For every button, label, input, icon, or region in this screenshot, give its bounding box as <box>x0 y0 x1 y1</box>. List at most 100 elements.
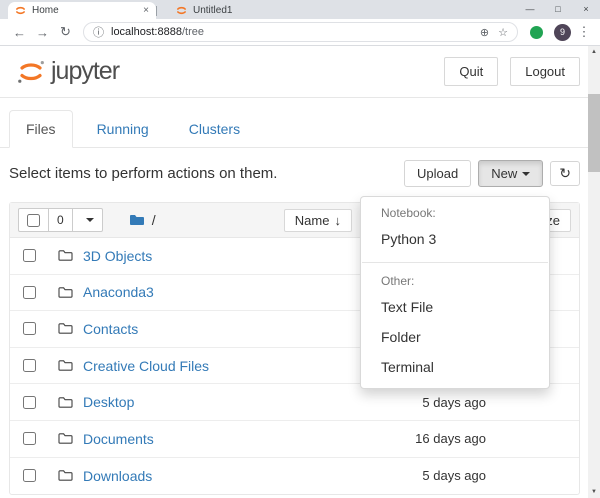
reload-icon[interactable]: ↻ <box>54 24 77 40</box>
jupyter-favicon-icon <box>15 5 26 16</box>
upload-button[interactable]: Upload <box>404 160 471 187</box>
jupyter-page: jupyter Quit Logout Files Running Cluste… <box>0 46 600 498</box>
menu-header-notebook: Notebook: <box>361 203 549 224</box>
quit-button[interactable]: Quit <box>444 57 498 86</box>
folder-icon <box>58 249 73 262</box>
new-label: New <box>491 166 517 181</box>
sort-arrow-down-icon: ↓ <box>334 213 341 228</box>
refresh-list-button[interactable]: ↻ <box>550 161 580 186</box>
menu-item-terminal[interactable]: Terminal <box>361 352 549 382</box>
menu-item-python3[interactable]: Python 3 <box>361 224 549 254</box>
refresh-icon: ↻ <box>559 165 571 181</box>
row-checkbox[interactable] <box>23 286 36 299</box>
last-modified: 5 days ago <box>422 395 572 410</box>
folder-icon <box>58 432 73 445</box>
scroll-up-icon[interactable]: ▲ <box>588 46 600 58</box>
zoom-icon[interactable]: ⊕ <box>480 26 489 39</box>
url-path: /tree <box>182 26 204 38</box>
file-link[interactable]: Documents <box>83 431 154 447</box>
extension-icon[interactable] <box>530 26 543 39</box>
site-info-icon[interactable]: ⓘ <box>93 24 104 40</box>
bookmark-star-icon[interactable]: ☆ <box>498 26 508 39</box>
upload-label: Upload <box>417 166 458 181</box>
row-checkbox[interactable] <box>23 249 36 262</box>
file-link[interactable]: Desktop <box>83 394 134 410</box>
selected-count-button[interactable]: 0 <box>48 208 73 232</box>
tab-separator <box>156 6 157 16</box>
row-checkbox[interactable] <box>23 359 36 372</box>
caret-down-icon <box>522 172 530 176</box>
file-link[interactable]: Contacts <box>83 321 138 337</box>
sort-name-button[interactable]: Name ↓ <box>284 209 352 232</box>
browser-address-bar: ← → ↻ ⓘ localhost:8888/tree ⊕ ☆ 9 ⋮ <box>0 19 600 46</box>
quit-label: Quit <box>459 64 483 79</box>
folder-icon <box>58 396 73 409</box>
browser-tab-home[interactable]: Home × <box>8 2 156 19</box>
logout-button[interactable]: Logout <box>510 57 580 86</box>
menu-divider <box>362 262 548 263</box>
window-controls: — □ × <box>516 0 600 19</box>
instruction-text: Select items to perform actions on them. <box>9 165 397 182</box>
profile-avatar[interactable]: 9 <box>554 24 571 41</box>
tab-clusters[interactable]: Clusters <box>173 111 256 147</box>
folder-icon <box>58 286 73 299</box>
breadcrumb-path[interactable]: / <box>152 212 156 228</box>
sort-name-label: Name <box>295 213 330 228</box>
back-icon[interactable]: ← <box>8 25 31 40</box>
last-modified: 5 days ago <box>422 468 572 483</box>
new-dropdown-menu: Notebook: Python 3 Other: Text File Fold… <box>360 196 550 389</box>
jupyter-logo-icon <box>16 57 46 87</box>
header-buttons: Quit Logout <box>444 57 580 86</box>
last-modified: 16 days ago <box>415 431 572 446</box>
row-checkbox[interactable] <box>23 432 36 445</box>
close-icon[interactable]: × <box>572 0 600 19</box>
breadcrumb: / <box>129 212 156 228</box>
tab-running[interactable]: Running <box>81 111 165 147</box>
logout-label: Logout <box>525 64 565 79</box>
folder-icon <box>58 359 73 372</box>
url-host: localhost:8888 <box>111 26 182 38</box>
file-link[interactable]: Creative Cloud Files <box>83 358 209 374</box>
file-link[interactable]: 3D Objects <box>83 248 152 264</box>
content-tabs: Files Running Clusters <box>0 110 600 148</box>
scroll-down-icon[interactable]: ▼ <box>588 486 600 498</box>
menu-item-folder[interactable]: Folder <box>361 322 549 352</box>
menu-kebab-icon[interactable]: ⋮ <box>576 24 592 40</box>
file-link[interactable]: Downloads <box>83 468 152 484</box>
select-group: 0 <box>18 208 103 232</box>
menu-item-text-file[interactable]: Text File <box>361 292 549 322</box>
jupyter-favicon-icon <box>176 5 187 16</box>
scrollbar[interactable]: ▲ ▼ <box>588 46 600 498</box>
jupyter-logo-text: jupyter <box>51 57 119 86</box>
select-all-button[interactable] <box>18 208 49 232</box>
select-all-checkbox[interactable] <box>27 214 40 227</box>
file-row: Documents 16 days ago <box>10 421 579 458</box>
row-checkbox[interactable] <box>23 469 36 482</box>
file-row: Desktop 5 days ago <box>10 384 579 421</box>
row-checkbox[interactable] <box>23 396 36 409</box>
action-row: Select items to perform actions on them.… <box>0 148 600 196</box>
maximize-icon[interactable]: □ <box>544 0 572 19</box>
browser-tab-untitled1[interactable]: Untitled1 <box>169 2 317 19</box>
file-row: Downloads 5 days ago <box>10 458 579 495</box>
tab-close-icon[interactable]: × <box>143 5 149 16</box>
caret-down-icon <box>86 218 94 222</box>
browser-tab-strip: Home × Untitled1 — □ × <box>0 0 600 19</box>
forward-icon[interactable]: → <box>31 25 54 40</box>
minimize-icon[interactable]: — <box>516 0 544 19</box>
jupyter-header: jupyter Quit Logout <box>0 46 600 98</box>
file-link[interactable]: Anaconda3 <box>83 284 154 300</box>
tab-label: Untitled1 <box>193 5 310 16</box>
scrollbar-thumb[interactable] <box>588 94 600 172</box>
count-dropdown-button[interactable] <box>72 208 103 232</box>
new-button[interactable]: New <box>478 160 543 187</box>
row-checkbox[interactable] <box>23 322 36 335</box>
breadcrumb-folder-icon[interactable] <box>129 213 145 227</box>
tab-label: Home <box>32 5 139 16</box>
folder-icon <box>58 322 73 335</box>
menu-header-other: Other: <box>361 271 549 292</box>
url-bar[interactable]: ⓘ localhost:8888/tree ⊕ ☆ <box>83 22 518 42</box>
tab-files[interactable]: Files <box>9 110 73 148</box>
jupyter-logo[interactable]: jupyter <box>16 57 119 87</box>
folder-icon <box>58 469 73 482</box>
